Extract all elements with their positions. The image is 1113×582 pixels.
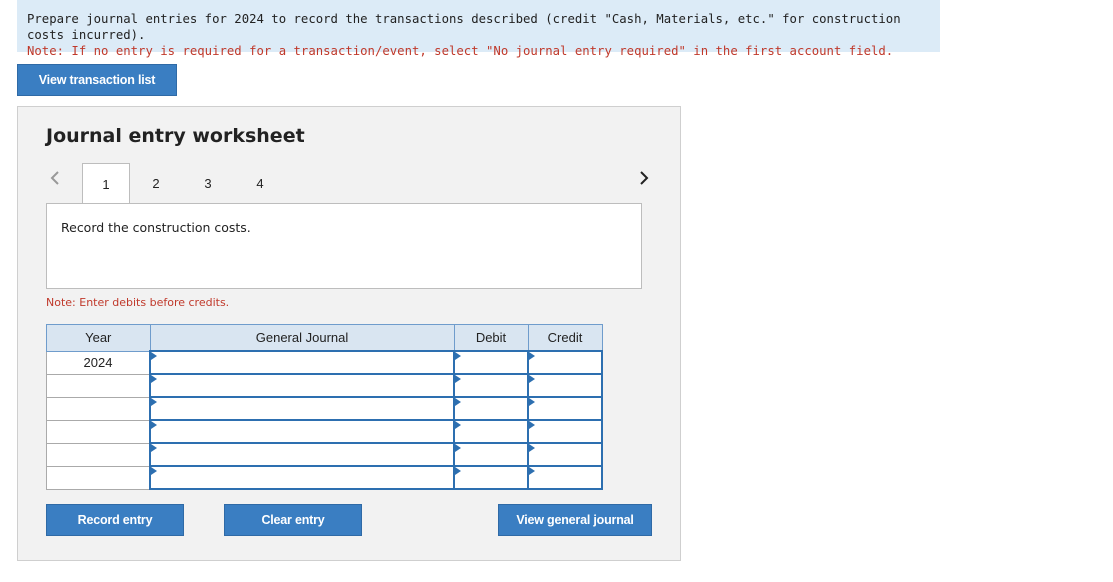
account-input[interactable] — [151, 352, 453, 373]
account-field[interactable] — [149, 350, 455, 375]
entry-marker-icon — [529, 421, 535, 429]
entry-marker-icon — [529, 375, 535, 383]
tab-3[interactable]: 3 — [184, 163, 232, 203]
year-cell — [46, 396, 151, 421]
year-header: Year — [46, 324, 151, 352]
entry-marker-icon — [529, 467, 535, 475]
debit-field[interactable] — [453, 373, 529, 398]
debit-header: Debit — [453, 324, 529, 352]
debit-field[interactable] — [453, 442, 529, 467]
credit-field[interactable] — [527, 465, 603, 490]
debit-input[interactable] — [455, 398, 527, 419]
entry-marker-icon — [455, 375, 461, 383]
debit-input[interactable] — [455, 421, 527, 442]
credit-field[interactable] — [527, 419, 603, 444]
account-field[interactable] — [149, 419, 455, 444]
next-arrow-icon[interactable] — [634, 166, 654, 190]
view-transaction-list-button[interactable]: View transaction list — [17, 64, 177, 96]
table-row — [46, 373, 603, 398]
dropdown-marker-icon — [151, 421, 157, 429]
view-general-journal-button[interactable]: View general journal — [498, 504, 652, 536]
worksheet-title: Journal entry worksheet — [46, 125, 305, 147]
account-field[interactable] — [149, 442, 455, 467]
description-text: Record the construction costs. — [61, 220, 251, 235]
tab-1[interactable]: 1 — [82, 163, 130, 204]
entry-marker-icon — [455, 467, 461, 475]
credit-field[interactable] — [527, 350, 603, 375]
clear-entry-button[interactable]: Clear entry — [224, 504, 362, 536]
year-cell — [46, 442, 151, 467]
year-cell — [46, 373, 151, 398]
prev-arrow-icon[interactable] — [46, 166, 66, 190]
debit-field[interactable] — [453, 465, 529, 490]
account-input[interactable] — [151, 375, 453, 396]
instructions-text: Prepare journal entries for 2024 to reco… — [27, 12, 901, 42]
instructions-banner: Prepare journal entries for 2024 to reco… — [17, 0, 940, 58]
account-field[interactable] — [149, 465, 455, 490]
account-input[interactable] — [151, 467, 453, 488]
entry-marker-icon — [529, 352, 535, 360]
dropdown-marker-icon — [151, 352, 157, 360]
debit-field[interactable] — [453, 396, 529, 421]
year-cell — [46, 465, 151, 490]
account-field[interactable] — [149, 373, 455, 398]
instructions-note: Note: If no entry is required for a tran… — [27, 44, 894, 58]
dropdown-marker-icon — [151, 375, 157, 383]
account-field[interactable] — [149, 396, 455, 421]
debit-input[interactable] — [455, 444, 527, 465]
credit-field[interactable] — [527, 396, 603, 421]
entry-marker-icon — [455, 421, 461, 429]
journal-table: Year General Journal Debit Credit 2024 — [46, 324, 603, 490]
tab-2[interactable]: 2 — [132, 163, 180, 203]
table-row — [46, 442, 603, 467]
dropdown-marker-icon — [151, 444, 157, 452]
debit-credit-note: Note: Enter debits before credits. — [46, 296, 230, 309]
dropdown-marker-icon — [151, 467, 157, 475]
record-entry-button[interactable]: Record entry — [46, 504, 184, 536]
entry-marker-icon — [529, 444, 535, 452]
table-row — [46, 419, 603, 444]
entry-marker-icon — [455, 444, 461, 452]
credit-input[interactable] — [529, 375, 601, 396]
year-cell: 2024 — [46, 350, 151, 375]
table-row — [46, 396, 603, 421]
credit-field[interactable] — [527, 442, 603, 467]
credit-input[interactable] — [529, 467, 601, 488]
entry-marker-icon — [455, 352, 461, 360]
table-row — [46, 465, 603, 490]
debit-field[interactable] — [453, 350, 529, 375]
credit-header: Credit — [527, 324, 603, 352]
entry-marker-icon — [529, 398, 535, 406]
credit-input[interactable] — [529, 421, 601, 442]
entry-marker-icon — [455, 398, 461, 406]
table-row: 2024 — [46, 350, 603, 375]
credit-input[interactable] — [529, 352, 601, 373]
debit-field[interactable] — [453, 419, 529, 444]
transaction-description: Record the construction costs. — [46, 203, 642, 289]
year-cell — [46, 419, 151, 444]
dropdown-marker-icon — [151, 398, 157, 406]
debit-input[interactable] — [455, 352, 527, 373]
credit-field[interactable] — [527, 373, 603, 398]
debit-input[interactable] — [455, 467, 527, 488]
tab-4[interactable]: 4 — [236, 163, 284, 203]
credit-input[interactable] — [529, 444, 601, 465]
credit-input[interactable] — [529, 398, 601, 419]
journal-header-row: Year General Journal Debit Credit — [46, 324, 603, 352]
account-input[interactable] — [151, 444, 453, 465]
account-input[interactable] — [151, 398, 453, 419]
account-input[interactable] — [151, 421, 453, 442]
general-journal-header: General Journal — [149, 324, 455, 352]
debit-input[interactable] — [455, 375, 527, 396]
